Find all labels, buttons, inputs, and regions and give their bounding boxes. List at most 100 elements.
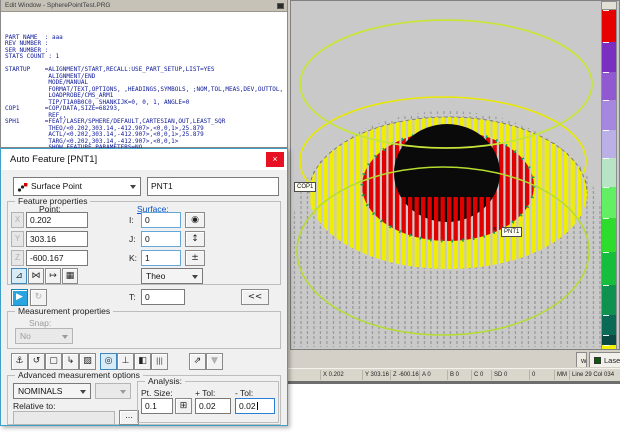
filter-button[interactable]: ▼	[206, 353, 223, 370]
plus-tol-input[interactable]: 0.02	[195, 398, 231, 414]
i-label: I:	[129, 215, 134, 225]
app-window: COP1 × PNT1 w Laser View X 0.202Y 303.16…	[0, 0, 620, 432]
theo-value: Theo	[146, 269, 165, 283]
play-button[interactable]: ▶	[11, 289, 28, 306]
axes-mode-button[interactable]: ⊿	[11, 268, 27, 284]
colorbar-segment	[601, 158, 617, 187]
branch-button[interactable]: ↳	[62, 353, 79, 370]
z-chip: Z	[11, 250, 24, 266]
status-field: A 0	[419, 370, 447, 380]
theo-combobox[interactable]: Theo	[141, 268, 203, 284]
cop1-label[interactable]: COP1	[294, 182, 316, 192]
minus-tol-input[interactable]: 0.02	[235, 398, 275, 414]
target-icon: ◎	[105, 356, 113, 366]
undo-button[interactable]: ↺	[28, 353, 45, 370]
vector-k-button[interactable]: ±	[185, 250, 205, 266]
graphics-window: COP1 × PNT1 w Laser View	[287, 0, 620, 368]
tab-laser-view[interactable]: Laser View	[589, 352, 620, 367]
analysis-label: Analysis:	[145, 376, 185, 386]
region-button[interactable]: ▢	[45, 353, 62, 370]
region-icon: ▢	[49, 356, 58, 366]
offset-mode-button[interactable]: ↦	[45, 268, 61, 284]
block-button[interactable]: ◧	[134, 353, 151, 370]
nominals-value: NOMINALS	[18, 384, 62, 398]
level-button[interactable]: ⊥	[117, 353, 134, 370]
laser-view-icon	[594, 357, 601, 364]
view-tabs: w Laser View	[574, 352, 620, 368]
measure-icon: ⋈	[32, 271, 41, 281]
pnt1-label[interactable]: PNT1	[501, 227, 522, 237]
colorbar-segment	[601, 345, 617, 350]
colorbar-segment	[601, 218, 617, 252]
status-field: 0	[529, 370, 554, 380]
snap-label: Snap:	[29, 318, 51, 328]
nominals-combobox[interactable]: NOMINALS	[13, 383, 91, 399]
vector-i-icon: ◉	[191, 215, 199, 225]
x-input[interactable]: 0.202	[26, 212, 88, 228]
k-input[interactable]: 1	[141, 250, 181, 266]
relative-to-input[interactable]	[13, 411, 115, 425]
colorbar-segment	[601, 10, 617, 42]
surface-point-icon	[17, 182, 28, 193]
pixel-size-icon: ⊞	[180, 401, 188, 411]
branch-icon: ↳	[67, 356, 75, 366]
close-icon[interactable]: ×	[266, 152, 284, 167]
plus-tol-label: + Tol:	[195, 388, 215, 398]
y-input[interactable]: 303.16	[26, 231, 88, 247]
status-field: MM	[554, 370, 569, 380]
t-input[interactable]: 0	[141, 289, 185, 305]
colorbar-segment	[601, 252, 617, 285]
x-chip: X	[11, 212, 24, 228]
chevron-down-icon	[80, 390, 86, 394]
feature-type-value: Surface Point	[31, 178, 82, 195]
snap-combobox[interactable]: No	[15, 328, 73, 344]
bars-button[interactable]: |||	[151, 353, 168, 370]
chevron-down-icon	[192, 275, 198, 279]
edit-window-title: Edit Window - SpherePointTest.PRG	[5, 2, 111, 9]
i-input[interactable]: 0	[141, 212, 181, 228]
target-button[interactable]: ◎	[100, 353, 117, 370]
pt-size-input[interactable]: 0.1	[141, 398, 173, 414]
vector-j-icon: ↕	[191, 234, 199, 244]
grid-mode-button[interactable]: ▦	[62, 268, 78, 284]
browse-button[interactable]: ...	[119, 410, 139, 425]
y-chip: Y	[11, 231, 24, 247]
tab-graphics-view-partial[interactable]: w	[576, 352, 587, 367]
chart-button[interactable]: ▨	[79, 353, 96, 370]
status-bar: X 0.202Y 303.16Z -600.167A 0B 0C 0SD 00M…	[287, 368, 620, 381]
point-cloud-render[interactable]	[291, 1, 620, 350]
status-field: Y 303.16	[362, 370, 390, 380]
measure-mode-button[interactable]: ⋈	[28, 268, 44, 284]
colorbar-segment	[601, 42, 617, 72]
collapse-button[interactable]: <<	[241, 289, 269, 305]
j-input[interactable]: 0	[141, 231, 181, 247]
vector-k-icon: ±	[191, 253, 199, 263]
feature-type-combobox[interactable]: Surface Point	[13, 177, 141, 196]
dialog-titlebar: Auto Feature [PNT1] ×	[1, 149, 287, 170]
laser-view-viewport[interactable]: COP1 × PNT1	[290, 0, 620, 350]
block-icon: ◧	[138, 356, 147, 366]
t-label: T:	[129, 292, 136, 302]
deviation-color-scale	[601, 1, 617, 350]
points-button[interactable]: ⇗	[189, 353, 206, 370]
minus-tol-label: - Tol:	[235, 388, 253, 398]
colorbar-segment	[601, 130, 617, 158]
edit-window-titlebar: Edit Window - SpherePointTest.PRG	[1, 0, 287, 12]
points-icon: ⇗	[194, 356, 202, 366]
colorbar-segment	[601, 315, 617, 335]
edit-window: Edit Window - SpherePointTest.PRG PART N…	[0, 0, 288, 148]
snap-value: No	[20, 329, 31, 343]
status-field: Z -600.167	[390, 370, 419, 380]
feature-name-input[interactable]: PNT1	[147, 177, 279, 196]
edit-window-menu-button[interactable]	[277, 3, 284, 9]
anchor-button[interactable]: ⚓	[11, 353, 28, 370]
reset-button[interactable]: ↻	[30, 289, 47, 306]
pixel-size-button[interactable]: ⊞	[175, 398, 192, 414]
vector-i-button[interactable]: ◉	[185, 212, 205, 228]
secondary-combobox[interactable]	[95, 383, 131, 399]
z-input[interactable]: -600.167	[26, 250, 88, 266]
advanced-options-label: Advanced measurement options	[15, 370, 143, 380]
edit-window-code[interactable]: PART NAME : aaaREV NUMBER :SER NUMBER :S…	[1, 12, 287, 165]
colorbar-segment	[601, 285, 617, 315]
vector-j-button[interactable]: ↕	[185, 231, 205, 247]
